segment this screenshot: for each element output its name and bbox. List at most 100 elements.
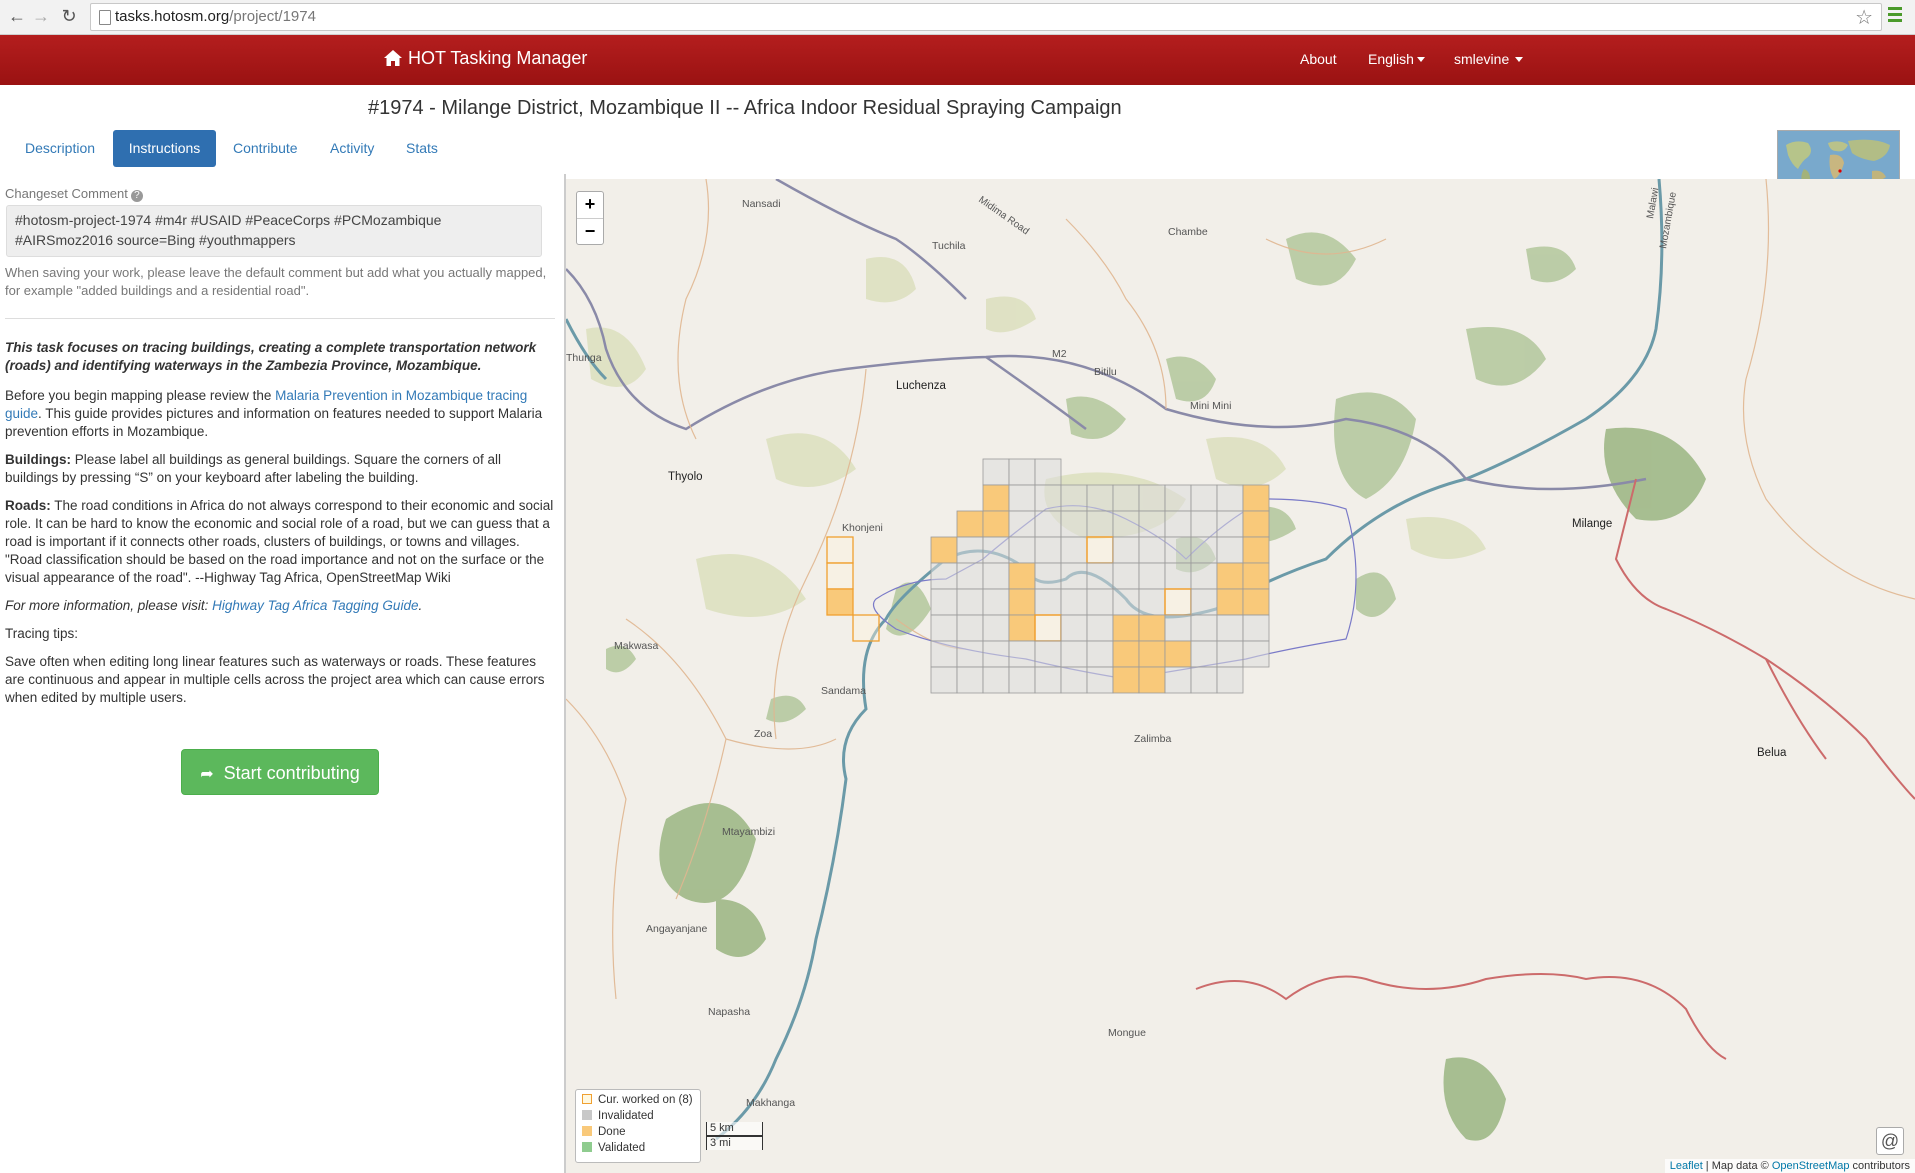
task-cell[interactable] [1060,484,1088,512]
task-cell[interactable] [1164,484,1192,512]
task-cell[interactable] [930,666,958,694]
task-cell[interactable] [982,562,1010,590]
task-cell[interactable] [1190,536,1218,564]
task-cell[interactable] [1112,510,1140,538]
about-link[interactable]: About [1300,51,1337,67]
task-cell[interactable] [1034,510,1062,538]
task-cell[interactable] [1164,588,1192,616]
task-cell[interactable] [930,614,958,642]
task-cell[interactable] [1008,484,1036,512]
task-cell[interactable] [852,614,880,642]
task-cell[interactable] [1216,614,1244,642]
task-cell[interactable] [1138,510,1166,538]
task-cell[interactable] [1216,562,1244,590]
highway-tag-link[interactable]: Highway Tag Africa Tagging Guide [212,598,418,613]
task-cell[interactable] [1216,510,1244,538]
task-cell[interactable] [982,458,1010,486]
task-cell[interactable] [982,510,1010,538]
map-canvas[interactable]: Nansadi Chambe Tuchila Thunga Luchenza M… [566,179,1915,1173]
task-cell[interactable] [826,588,854,616]
project-map[interactable]: Nansadi Chambe Tuchila Thunga Luchenza M… [566,179,1915,1173]
task-cell[interactable] [1034,484,1062,512]
task-cell[interactable] [1216,536,1244,564]
tab-instructions[interactable]: Instructions [113,130,216,167]
task-cell[interactable] [930,562,958,590]
task-cell[interactable] [826,536,854,564]
task-cell[interactable] [1086,536,1114,564]
task-cell[interactable] [930,536,958,564]
task-cell[interactable] [956,614,984,642]
task-cell[interactable] [956,510,984,538]
task-cell[interactable] [1112,588,1140,616]
zoom-out-button[interactable]: − [577,219,603,245]
task-cell[interactable] [1034,536,1062,564]
task-cell[interactable] [1034,562,1062,590]
task-cell[interactable] [1034,640,1062,668]
task-cell[interactable] [982,666,1010,694]
task-cell[interactable] [1164,562,1192,590]
task-cell[interactable] [1242,536,1270,564]
task-cell[interactable] [982,536,1010,564]
browser-menu-icon[interactable] [1888,7,1902,25]
task-cell[interactable] [1086,614,1114,642]
task-cell[interactable] [956,536,984,564]
task-cell[interactable] [1060,640,1088,668]
task-cell[interactable] [1138,588,1166,616]
task-cell[interactable] [956,666,984,694]
task-cell[interactable] [1190,614,1218,642]
task-cell[interactable] [1138,484,1166,512]
tab-contribute[interactable]: Contribute [221,130,310,167]
task-cell[interactable] [1164,666,1192,694]
task-cell[interactable] [982,614,1010,642]
tab-activity[interactable]: Activity [318,130,386,167]
task-cell[interactable] [1242,588,1270,616]
task-cell[interactable] [930,588,958,616]
task-cell[interactable] [1242,562,1270,590]
task-cell[interactable] [1138,666,1166,694]
user-dropdown[interactable]: smlevine [1454,51,1524,67]
bookmark-star-icon[interactable]: ☆ [1855,5,1873,30]
task-cell[interactable] [1242,614,1270,642]
task-cell[interactable] [1190,484,1218,512]
language-dropdown[interactable]: English [1368,51,1425,67]
task-cell[interactable] [1164,614,1192,642]
task-cell[interactable] [1112,536,1140,564]
task-cell[interactable] [1190,562,1218,590]
task-cell[interactable] [1060,614,1088,642]
task-cell[interactable] [1034,458,1062,486]
task-cell[interactable] [1008,640,1036,668]
task-grid[interactable] [826,458,1270,694]
task-cell[interactable] [1138,614,1166,642]
leaflet-link[interactable]: Leaflet [1670,1160,1703,1172]
task-cell[interactable] [1086,562,1114,590]
task-cell[interactable] [1216,588,1244,616]
task-cell[interactable] [1034,614,1062,642]
reload-icon[interactable]: ↻ [58,5,80,27]
task-cell[interactable] [1138,536,1166,564]
task-cell[interactable] [1190,666,1218,694]
back-icon[interactable]: ← [6,5,28,27]
task-cell[interactable] [1086,484,1114,512]
task-cell[interactable] [1190,640,1218,668]
forward-icon[interactable]: → [30,5,52,27]
zoom-in-button[interactable]: + [577,192,603,219]
task-cell[interactable] [982,588,1010,616]
task-cell[interactable] [1060,588,1088,616]
task-cell[interactable] [956,562,984,590]
task-cell[interactable] [1060,562,1088,590]
task-cell[interactable] [1216,666,1244,694]
question-icon[interactable]: ? [130,190,143,202]
task-cell[interactable] [1008,614,1036,642]
task-cell[interactable] [956,640,984,668]
task-cell[interactable] [1060,666,1088,694]
task-cell[interactable] [1216,484,1244,512]
task-cell[interactable] [982,484,1010,512]
task-cell[interactable] [1008,588,1036,616]
task-cell[interactable] [1164,510,1192,538]
task-cell[interactable] [930,640,958,668]
task-cell[interactable] [1060,536,1088,564]
task-cell[interactable] [1008,458,1036,486]
task-cell[interactable] [1034,588,1062,616]
task-cell[interactable] [1190,588,1218,616]
openstreetmap-link[interactable]: OpenStreetMap [1772,1160,1850,1172]
